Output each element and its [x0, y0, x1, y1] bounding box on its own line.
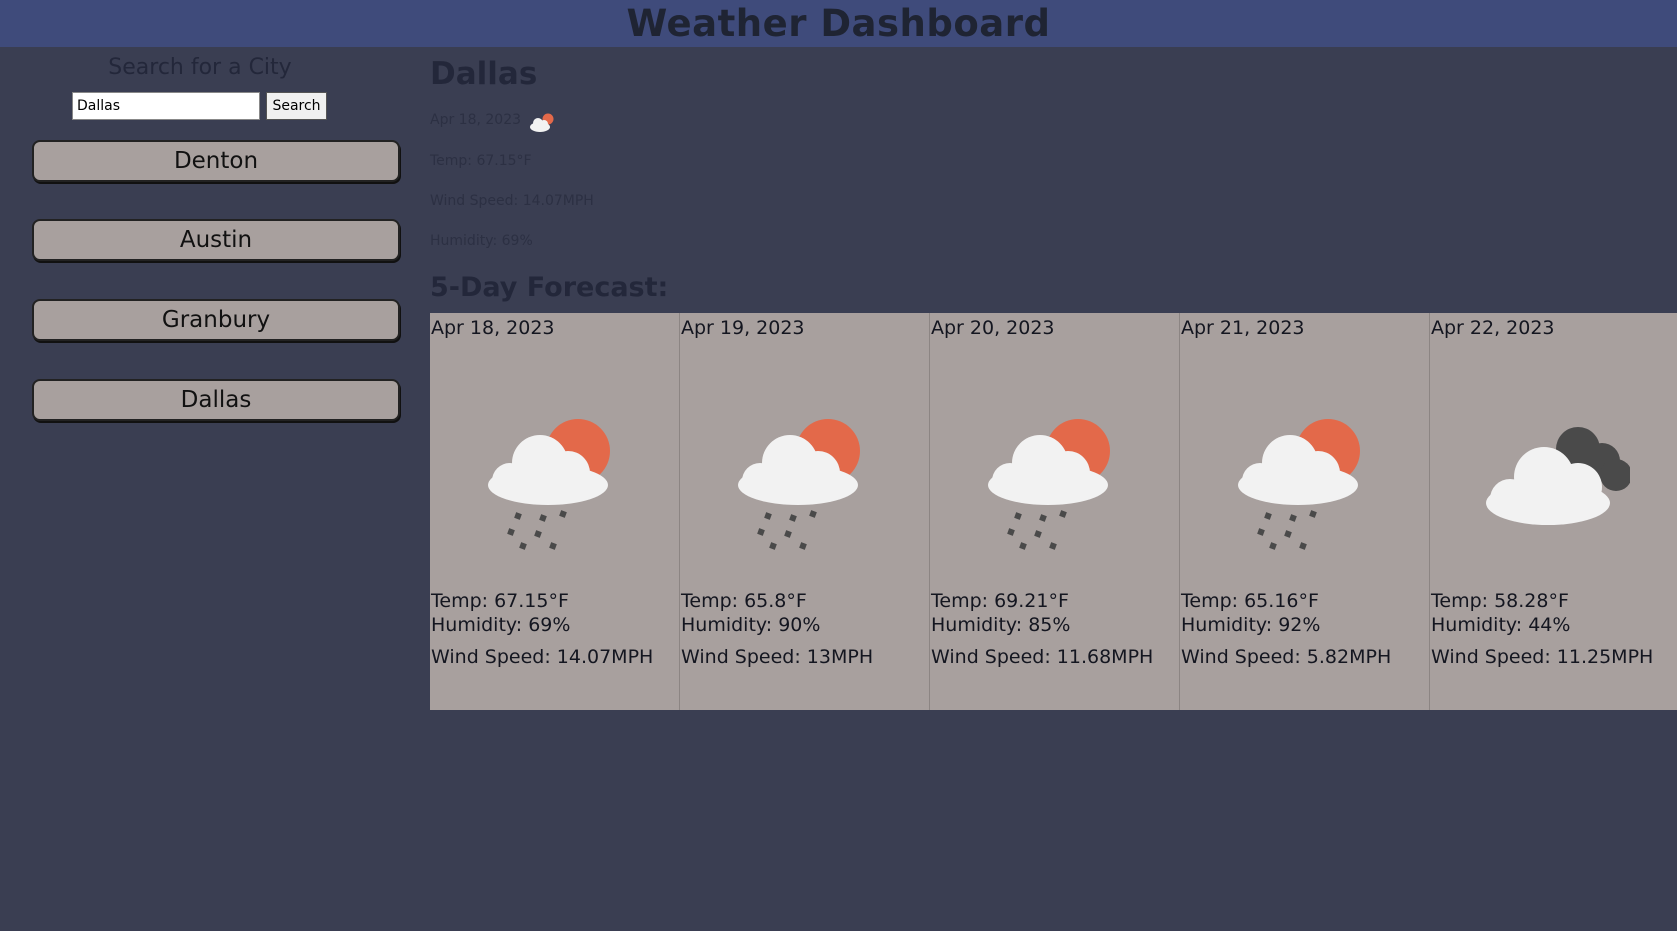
forecast-wind: Wind Speed: 5.82MPH — [1181, 646, 1392, 668]
history-city-button[interactable]: Denton — [32, 140, 400, 182]
forecast-card: Apr 20, 2023 Temp: 69.21°F Humidity: 85%… — [930, 313, 1180, 710]
forecast-temp: Temp: 69.21°F — [931, 590, 1069, 612]
rain-sun-icon — [988, 419, 1110, 550]
forecast-card: Apr 18, 2023 Temp: 67.15°F Humidity: 69%… — [430, 313, 680, 710]
forecast-wind: Wind Speed: 11.68MPH — [931, 646, 1154, 668]
current-weather: Dallas Apr 18, 2023 Temp: 67.15°F Wind S… — [430, 56, 594, 249]
forecast-temp: Temp: 65.16°F — [1181, 590, 1319, 612]
forecast-date: Apr 18, 2023 — [431, 317, 555, 339]
forecast-humidity: Humidity: 69% — [431, 614, 571, 636]
rain-sun-icon — [1238, 419, 1360, 550]
current-city-name: Dallas — [430, 56, 538, 92]
forecast-wind: Wind Speed: 13MPH — [681, 646, 874, 668]
forecast-wind: Wind Speed: 11.25MPH — [1431, 646, 1654, 668]
forecast-date: Apr 21, 2023 — [1181, 317, 1305, 339]
forecast-humidity: Humidity: 44% — [1431, 614, 1571, 636]
forecast-wind: Wind Speed: 14.07MPH — [431, 646, 654, 668]
forecast-humidity: Humidity: 85% — [931, 614, 1071, 636]
forecast-temp: Temp: 58.28°F — [1431, 590, 1569, 612]
forecast-humidity: Humidity: 92% — [1181, 614, 1321, 636]
cloud-sun-icon — [530, 113, 554, 132]
city-search-input[interactable] — [72, 92, 260, 120]
rain-sun-icon — [738, 419, 860, 550]
forecast-date: Apr 20, 2023 — [931, 317, 1055, 339]
history-city-button[interactable]: Dallas — [32, 379, 400, 421]
search-button[interactable]: Search — [266, 92, 327, 120]
history-city-button[interactable]: Granbury — [32, 299, 400, 341]
forecast-date: Apr 19, 2023 — [681, 317, 805, 339]
forecast-date: Apr 22, 2023 — [1431, 317, 1555, 339]
current-humidity: Humidity: 69% — [430, 233, 533, 249]
forecast-temp: Temp: 67.15°F — [431, 590, 569, 612]
history-city-button[interactable]: Austin — [32, 219, 400, 261]
forecast-card: Apr 22, 2023 Temp: 58.28°F Humidity: 44%… — [1430, 313, 1677, 710]
current-date: Apr 18, 2023 — [430, 112, 522, 128]
forecast-temp: Temp: 65.8°F — [681, 590, 807, 612]
forecast-card: Apr 21, 2023 Temp: 65.16°F Humidity: 92%… — [1180, 313, 1430, 710]
search-title: Search for a City — [108, 55, 292, 80]
forecast-humidity: Humidity: 90% — [681, 614, 821, 636]
current-temp: Temp: 67.15°F — [430, 153, 532, 169]
app-header: Weather Dashboard — [0, 0, 1677, 47]
overcast-clouds-icon — [1486, 427, 1630, 525]
current-wind: Wind Speed: 14.07MPH — [430, 193, 594, 209]
forecast-card: Apr 19, 2023 Temp: 65.8°F Humidity: 90% … — [680, 313, 930, 710]
rain-sun-icon — [488, 419, 610, 550]
forecast-cards: Apr 18, 2023 Temp: 67.15°F Humidity: 69%… — [430, 313, 1677, 710]
page-title: Weather Dashboard — [626, 2, 1051, 45]
forecast-title: 5-Day Forecast: — [430, 272, 669, 303]
